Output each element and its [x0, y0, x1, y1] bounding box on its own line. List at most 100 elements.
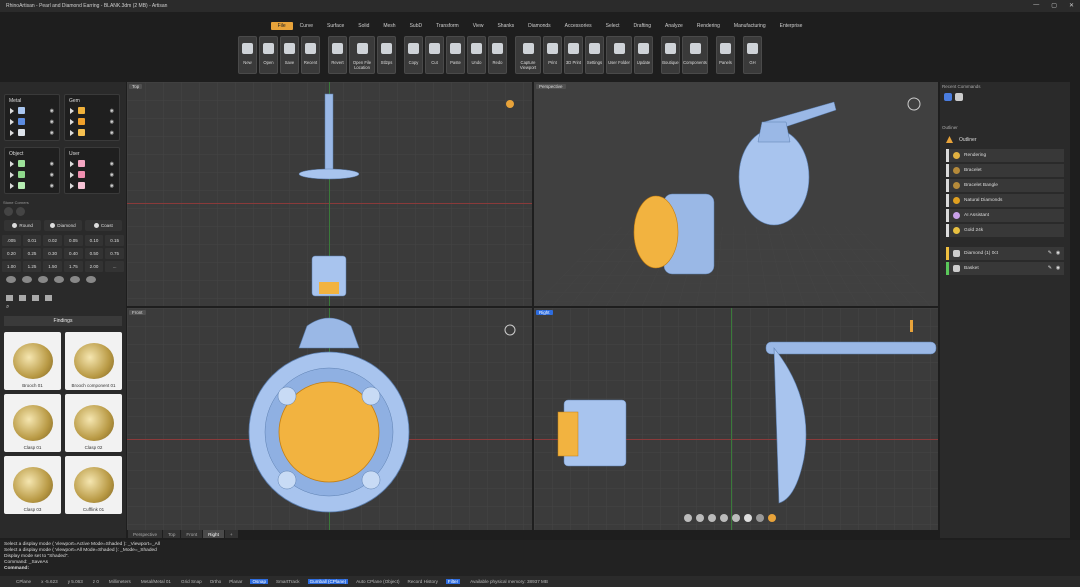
stone-size-button[interactable]: 1.75 — [63, 261, 83, 272]
play-icon[interactable] — [10, 107, 14, 114]
finding-card[interactable]: Clasp 01 — [4, 394, 61, 452]
outliner-item[interactable]: Rendering — [946, 149, 1064, 162]
viewport-tab-front[interactable]: Front — [181, 530, 203, 538]
outliner-item[interactable]: Bracelet Bangle — [946, 179, 1064, 192]
capture-viewport-button[interactable]: Capture Viewport — [515, 36, 541, 74]
stone-shape-diamond[interactable]: Diamond — [44, 220, 82, 231]
eye-icon[interactable]: ◉ — [110, 161, 114, 167]
viewport-tab-right[interactable]: Right — [203, 530, 224, 538]
open-button[interactable]: Open — [259, 36, 278, 74]
metal-color-swatch[interactable] — [18, 118, 25, 125]
stone-shape-round[interactable]: Round — [4, 220, 42, 231]
metal-color-swatch[interactable] — [18, 129, 25, 136]
status-toggle-record-history[interactable]: Record History — [408, 579, 438, 584]
menu-item-rendering[interactable]: Rendering — [690, 22, 727, 30]
cplane-status[interactable]: CPlane — [16, 579, 31, 584]
boutique-button[interactable]: Boutique — [661, 36, 680, 74]
status-toggle-ortho[interactable]: Ortho — [210, 579, 222, 584]
folder-icon[interactable] — [32, 295, 39, 301]
viewport-front[interactable]: Front — [127, 308, 532, 530]
menu-item-manufacturing[interactable]: Manufacturing — [727, 22, 773, 30]
gem-color-swatch[interactable] — [78, 107, 85, 114]
viewport-tab-add[interactable]: + — [224, 530, 238, 538]
save-button[interactable]: Save — [280, 36, 299, 74]
redo-button[interactable]: Redo — [488, 36, 507, 74]
stone-size-button[interactable]: 0.05 — [63, 235, 83, 246]
gear-icon[interactable] — [4, 207, 13, 216]
pencil-icon[interactable]: ✎ — [1048, 251, 1052, 256]
open-file-location-button[interactable]: Open File Location — [349, 36, 375, 74]
menu-item-accessories[interactable]: Accessories — [558, 22, 599, 30]
revert-button[interactable]: Revert — [328, 36, 347, 74]
viewport-label-perspective[interactable]: Perspective — [536, 84, 566, 89]
display-mode-icon[interactable] — [744, 514, 752, 522]
eye-icon[interactable]: ◉ — [110, 130, 114, 136]
maximize-icon[interactable]: ▢ — [1051, 2, 1057, 9]
stone-size-button[interactable]: .005 — [2, 235, 21, 246]
gh-button[interactable]: GH — [743, 36, 762, 74]
user-layer-row[interactable]: ◉ — [67, 169, 117, 180]
object-layer-row[interactable]: ◉ — [7, 158, 57, 169]
object-color-swatch[interactable] — [18, 160, 25, 167]
play-icon[interactable] — [70, 107, 74, 114]
cut-button[interactable]: Cut — [425, 36, 444, 74]
user-layer-row[interactable]: ◉ — [67, 180, 117, 191]
play-icon[interactable] — [70, 129, 74, 136]
stl2ps-button[interactable]: Stl2ps — [377, 36, 396, 74]
eye-icon[interactable]: ◉ — [1056, 251, 1060, 256]
render-icon[interactable] — [756, 514, 764, 522]
command-prompt[interactable]: Command: — [4, 566, 1076, 572]
zoom-icon[interactable] — [708, 514, 716, 522]
menu-item-view[interactable]: View — [466, 22, 491, 30]
play-icon[interactable] — [10, 129, 14, 136]
eye-icon[interactable]: ◉ — [110, 183, 114, 189]
viewport-tab-top[interactable]: Top — [163, 530, 181, 538]
viewport-top[interactable]: Top — [127, 82, 532, 306]
status-toggle-grid-snap[interactable]: Grid Snap — [181, 579, 202, 584]
gem-layer-row[interactable]: ◉ — [67, 127, 117, 138]
folder-icon[interactable] — [6, 295, 13, 301]
play-icon[interactable] — [70, 182, 74, 189]
status-toggle-osnap[interactable]: Osnap — [250, 579, 269, 584]
status-toggle-planar[interactable]: Planar — [229, 579, 242, 584]
stone-size-button[interactable]: 0.02 — [43, 235, 62, 246]
components-button[interactable]: Components — [682, 36, 708, 74]
eye-icon[interactable]: ◉ — [110, 172, 114, 178]
stone-size-button[interactable]: ... — [105, 261, 124, 272]
object-color-swatch[interactable] — [18, 182, 25, 189]
finding-card[interactable]: Cufflink 01 — [65, 456, 122, 514]
metal-layer-row[interactable]: ◉ — [7, 127, 57, 138]
outliner-item[interactable]: Gold 24k — [946, 224, 1064, 237]
3d-print-button[interactable]: 3D Print — [564, 36, 583, 74]
gem-layer-row[interactable]: ◉ — [67, 116, 117, 127]
status-toggle-auto-cplane-object-[interactable]: Auto CPlane (Object) — [356, 579, 399, 584]
eye-icon[interactable]: ◉ — [110, 119, 114, 125]
stone-size-button[interactable]: 1.00 — [2, 261, 21, 272]
stone-size-button[interactable]: 1.25 — [22, 261, 42, 272]
user-folder-button[interactable]: User Folder — [606, 36, 632, 74]
rotate-icon[interactable] — [684, 514, 692, 522]
metal-layer-row[interactable]: ◉ — [7, 105, 57, 116]
user-color-swatch[interactable] — [78, 160, 85, 167]
finding-card[interactable]: Clasp 03 — [4, 456, 61, 514]
outliner-object[interactable]: Diamond (1) 0ct ✎ ◉ — [946, 247, 1064, 260]
menu-item-select[interactable]: Select — [599, 22, 627, 30]
add-icon[interactable] — [16, 207, 25, 216]
gem-layer-row[interactable]: ◉ — [67, 105, 117, 116]
status-toggle-smarttrack[interactable]: SmartTrack — [276, 579, 300, 584]
menu-item-surface[interactable]: Surface — [320, 22, 351, 30]
gem-color-swatch[interactable] — [78, 118, 85, 125]
eye-icon[interactable]: ◉ — [50, 119, 54, 125]
eye-icon[interactable]: ◉ — [50, 161, 54, 167]
menu-item-mesh[interactable]: Mesh — [376, 22, 402, 30]
paste-button[interactable]: Paste — [446, 36, 465, 74]
print-button[interactable]: Print — [543, 36, 562, 74]
viewport-perspective[interactable]: Perspective — [534, 82, 938, 306]
menu-item-shanks[interactable]: Shanks — [490, 22, 521, 30]
stone-size-button[interactable]: 0.30 — [43, 248, 62, 259]
menu-item-file[interactable]: File — [270, 22, 293, 30]
finding-card[interactable]: Brooch 01 — [4, 332, 61, 390]
play-icon[interactable] — [70, 160, 74, 167]
stone-size-button[interactable]: 0.40 — [63, 248, 83, 259]
new-button[interactable]: New — [238, 36, 257, 74]
